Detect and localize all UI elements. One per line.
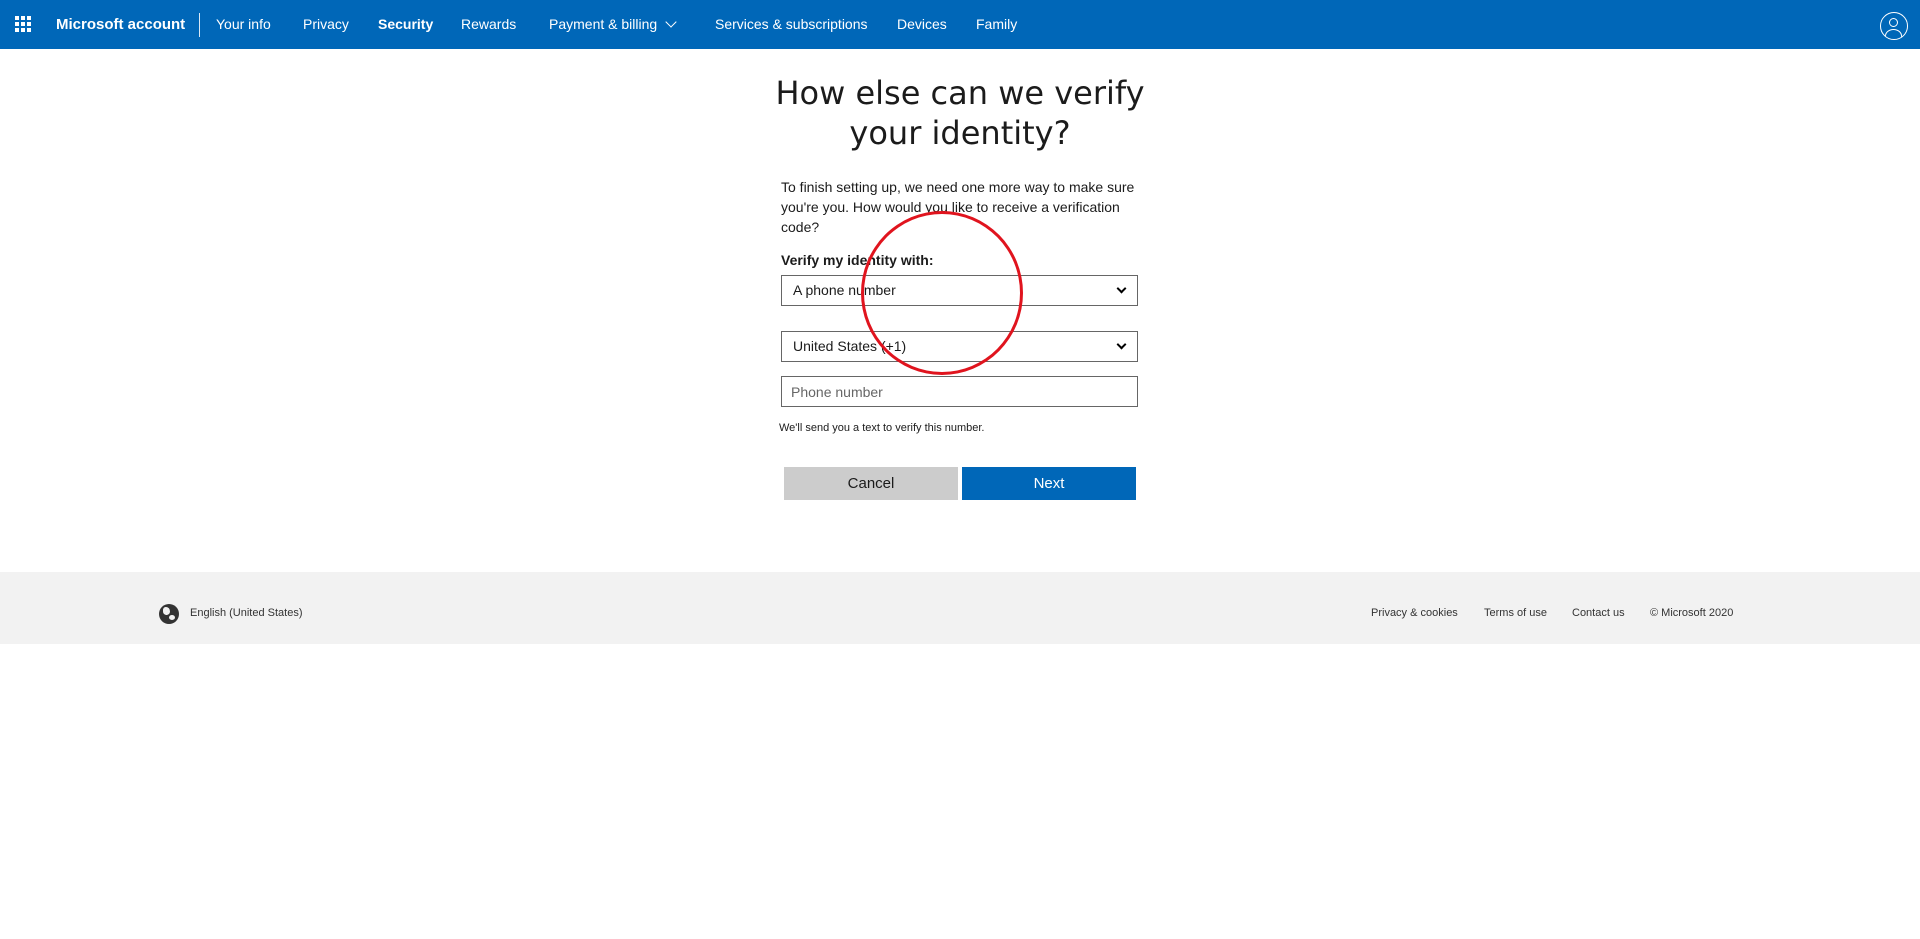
- nav-item-devices[interactable]: Devices: [897, 0, 947, 49]
- chevron-down-icon: [1116, 339, 1127, 350]
- country-code-select[interactable]: United States (+1): [781, 331, 1138, 362]
- footer-link-terms-of-use[interactable]: Terms of use: [1484, 607, 1547, 619]
- footer-link-contact-us[interactable]: Contact us: [1572, 607, 1625, 619]
- nav-item-family[interactable]: Family: [976, 0, 1017, 49]
- nav-item-your-info[interactable]: Your info: [216, 0, 271, 49]
- verify-method-label: Verify my identity with:: [781, 252, 934, 268]
- nav-item-rewards[interactable]: Rewards: [461, 0, 516, 49]
- top-nav-bar: Microsoft account Your info Privacy Secu…: [0, 0, 1920, 49]
- footer: English (United States) Privacy & cookie…: [0, 572, 1920, 644]
- globe-icon[interactable]: [159, 604, 179, 624]
- next-button[interactable]: Next: [962, 467, 1136, 500]
- cancel-button[interactable]: Cancel: [784, 467, 958, 500]
- language-selector[interactable]: English (United States): [190, 607, 303, 619]
- app-launcher-icon[interactable]: [15, 16, 31, 32]
- chevron-down-icon: [665, 16, 677, 28]
- page-title: How else can we verify your identity?: [775, 74, 1145, 152]
- nav-item-payment-billing-label: Payment & billing: [549, 16, 658, 32]
- copyright-text: © Microsoft 2020: [1650, 607, 1734, 619]
- brand-divider: [199, 13, 200, 37]
- verify-method-select[interactable]: A phone number: [781, 275, 1138, 306]
- nav-item-services-subscriptions[interactable]: Services & subscriptions: [715, 0, 868, 49]
- country-code-value: United States (+1): [793, 338, 907, 354]
- phone-number-input[interactable]: [781, 376, 1138, 407]
- brand-title[interactable]: Microsoft account: [56, 0, 185, 49]
- verify-method-value: A phone number: [793, 282, 896, 298]
- phone-hint-text: We'll send you a text to verify this num…: [779, 422, 985, 434]
- nav-item-payment-billing[interactable]: Payment & billing: [549, 0, 677, 49]
- nav-item-security[interactable]: Security: [378, 0, 433, 49]
- account-avatar-icon[interactable]: [1880, 12, 1908, 40]
- footer-link-privacy-cookies[interactable]: Privacy & cookies: [1371, 607, 1458, 619]
- chevron-down-icon: [1116, 283, 1127, 294]
- intro-text: To finish setting up, we need one more w…: [781, 179, 1135, 235]
- nav-item-privacy[interactable]: Privacy: [303, 0, 349, 49]
